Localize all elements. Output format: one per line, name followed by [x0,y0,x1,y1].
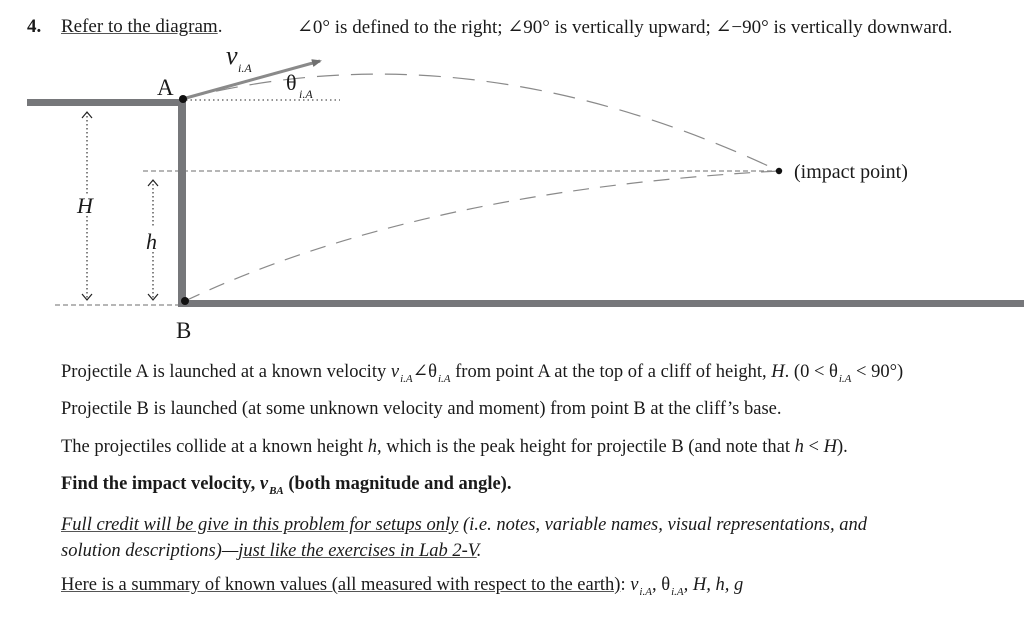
p4-text-a: Find the impact velocity, [61,474,260,494]
label-H: H [76,193,94,218]
label-velocity-sub: i.A [238,61,252,75]
p6-v-sub: i.A [639,586,652,598]
p3-text-c: ). [836,437,848,457]
p4-v: v [259,474,269,494]
paragraph-credit-note: Full credit will be give in this problem… [61,512,867,564]
p3-H: H [823,437,837,457]
p6-comma: , [651,575,662,595]
label-theta-sub: i.A [299,87,313,101]
ground [178,300,1024,307]
p1-v: v [390,362,400,382]
p5-underline-1: Full credit will be give in this problem… [61,515,459,535]
projectile-diagram: A B H h v i.A θ i.A (impact point) [27,41,1024,343]
label-a: A [157,75,174,100]
p3-h2: h [794,437,804,457]
p3-h: h [367,437,377,457]
p5-text-a: (i.e. notes, variable names, visual repr… [458,515,868,535]
p3-text-a: The projectiles collide at a known heigh… [61,437,368,457]
trajectory-b [184,170,780,302]
p5-line2-a: solution descriptions)— [61,541,239,561]
paragraph-collision: The projectiles collide at a known heigh… [61,437,848,458]
cliff-top-ledge [27,99,186,106]
cliff-face [178,99,186,307]
point-b-dot [181,297,189,305]
paragraph-projectile-a: Projectile A is launched at a known velo… [61,361,904,385]
trajectory-a [182,73,780,172]
p5-underline-2: just like the exercises in Lab 2-V [238,541,477,561]
p3-text-b: , which is the peak height for projectil… [376,437,795,457]
p6-v: v [630,575,639,595]
p1-H: H [771,362,785,382]
p1-text-b: from point A at the top of a cliff of he… [450,362,772,382]
p1-text-c: . (0 < θ [784,362,838,382]
p1-angle: ∠θ [412,362,437,382]
p1-text-a: Projectile A is launched at a known velo… [61,362,391,382]
p6-theta: θ [661,575,671,595]
p1-c-sub: i.A [838,373,852,385]
p5-end: . [476,541,482,561]
label-b: B [176,318,191,343]
p6-rest: , H, h, g [683,575,744,595]
label-velocity: v [226,41,238,70]
point-a-dot [179,95,187,103]
p6-underline: Here is a summary of known values (all m… [61,575,621,595]
p1-theta-sub: i.A [437,373,451,385]
p6-colon: : [620,575,631,595]
paragraph-projectile-b: Projectile B is launched (at some unknow… [61,399,782,419]
paragraph-task: Find the impact velocity, vBA (both magn… [61,474,512,497]
paragraph-known-values: Here is a summary of known values (all m… [61,575,744,598]
p3-lt: < [803,437,824,457]
label-impact-point: (impact point) [794,161,908,183]
p1-text-d: < 90°) [851,362,904,382]
label-h: h [146,229,157,254]
label-theta: θ [286,70,297,95]
p4-text-b: (both magnitude and angle). [283,474,512,494]
p1-v-sub: i.A [400,373,413,385]
impact-point-dot [775,167,783,175]
p4-v-sub: BA [269,485,284,497]
p6-theta-sub: i.A [671,586,684,598]
